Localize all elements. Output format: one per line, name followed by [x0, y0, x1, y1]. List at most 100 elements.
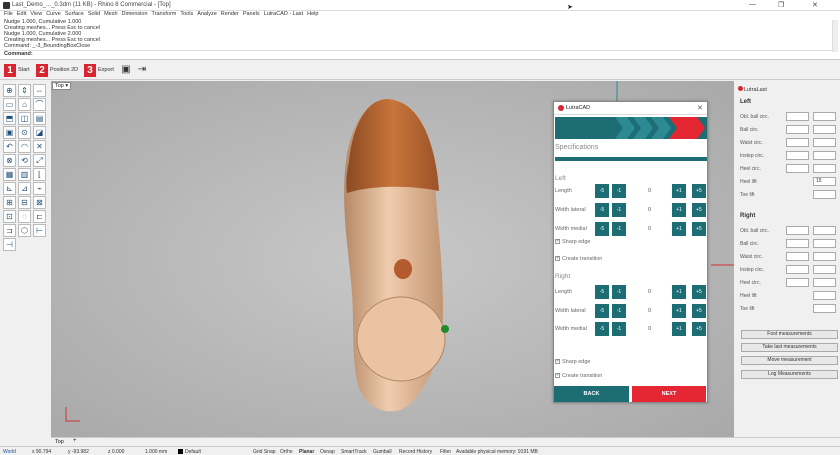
rotate-icon[interactable]: ⟲	[18, 154, 31, 167]
measurement-input-b[interactable]	[813, 226, 836, 235]
toggle-grid-snap[interactable]: Grid Snap	[253, 449, 276, 455]
viewport-label[interactable]: Top ▾	[52, 82, 72, 90]
menu-item-transform[interactable]: Transform	[152, 11, 177, 17]
menu-item-curve[interactable]: Curve	[46, 11, 61, 17]
log-measurements-button[interactable]: Log Measurements	[741, 370, 838, 379]
plus-1-button[interactable]: +1	[672, 322, 686, 336]
add-tab-icon[interactable]: +	[73, 438, 77, 444]
minus-1-button[interactable]: -1	[612, 322, 626, 336]
measurement-input-b[interactable]: 15	[813, 177, 836, 186]
measurement-input-a[interactable]	[786, 125, 809, 134]
cancel-icon[interactable]: ⊗	[3, 154, 16, 167]
minus-5-button[interactable]: -5	[595, 184, 609, 198]
minus-5-button[interactable]: -5	[595, 322, 609, 336]
maximize-button[interactable]: ❐	[778, 1, 784, 9]
measurement-input-b[interactable]	[813, 164, 836, 173]
measurement-input-b[interactable]	[813, 304, 836, 313]
shoe-icon[interactable]: ⌂	[18, 98, 31, 111]
measurement-input-b[interactable]	[813, 190, 836, 199]
current-layer[interactable]: Default	[185, 449, 201, 455]
close-icon[interactable]: ⊠	[33, 196, 46, 209]
measurement-input-a[interactable]	[786, 138, 809, 147]
toggle-smarttrack[interactable]: SmartTrack	[341, 449, 367, 455]
minus-1-button[interactable]: -1	[612, 203, 626, 217]
menu-item-dimension[interactable]: Dimension	[122, 11, 148, 17]
undo-icon[interactable]: ↶	[3, 140, 16, 153]
toggle-planar[interactable]: Planar	[299, 449, 314, 455]
toggle-record-history[interactable]: Record History	[399, 449, 432, 455]
back-button[interactable]: BACK	[554, 386, 629, 402]
save-icon[interactable]: ▣	[120, 63, 132, 76]
mesh-icon[interactable]: ▦	[3, 168, 16, 181]
circle-icon[interactable]: ⊙	[18, 126, 31, 139]
measurement-input-a[interactable]	[786, 252, 809, 261]
menu-item-file[interactable]: File	[4, 11, 13, 17]
menu-item-view[interactable]: View	[30, 11, 42, 17]
measurement-input-b[interactable]	[813, 252, 836, 261]
curve-icon[interactable]: ⌒	[33, 98, 46, 111]
move-measurement-button[interactable]: Move measurement	[741, 356, 838, 365]
gumball-handle[interactable]	[441, 325, 449, 333]
cross-icon[interactable]: ✕	[33, 140, 46, 153]
arc-icon[interactable]: ◠	[18, 140, 31, 153]
plus-5-button[interactable]: +5	[692, 184, 706, 198]
step-start-button[interactable]: 1 Start	[4, 63, 30, 77]
take-last-measurements-button[interactable]: Take last measurements	[741, 343, 838, 352]
left-sharp-edge-checkbox[interactable]: ✓ Sharp edge	[555, 239, 590, 245]
bracket-right-icon[interactable]: ⊐	[3, 224, 16, 237]
menu-item-lutracad-last[interactable]: LutraCAD - Last	[264, 11, 303, 17]
plus-1-button[interactable]: +1	[672, 285, 686, 299]
angle-icon[interactable]: ⌊	[33, 168, 46, 181]
minus-1-button[interactable]: -1	[612, 184, 626, 198]
measurement-input-b[interactable]	[813, 112, 836, 121]
grid-icon[interactable]: ▤	[33, 112, 46, 125]
step-position-2d-button[interactable]: 2 Position 2D	[36, 63, 78, 77]
tee-icon[interactable]: ⊢	[33, 224, 46, 237]
toggle-ortho[interactable]: Ortho	[280, 449, 293, 455]
menu-item-render[interactable]: Render	[221, 11, 239, 17]
measurement-input-b[interactable]	[813, 278, 836, 287]
slope-icon[interactable]: ⊿	[18, 182, 31, 195]
square-icon[interactable]: ⊡	[3, 210, 16, 223]
plus-1-button[interactable]: +1	[672, 304, 686, 318]
measurement-input-b[interactable]	[813, 151, 836, 160]
foot-measurements-button[interactable]: Foot measurements	[741, 330, 838, 339]
image-icon[interactable]: ▣	[3, 126, 16, 139]
measurement-input-a[interactable]	[786, 265, 809, 274]
tee-right-icon[interactable]: ⊣	[3, 238, 16, 251]
toggle-filter[interactable]: Filter	[440, 449, 451, 455]
minimize-button[interactable]: —	[749, 1, 756, 8]
measurement-input-a[interactable]	[786, 151, 809, 160]
command-scrollbar[interactable]	[832, 20, 838, 52]
box-icon[interactable]: ▭	[3, 98, 16, 111]
minus-5-button[interactable]: -5	[595, 304, 609, 318]
measurement-input-b[interactable]	[813, 138, 836, 147]
plus-5-button[interactable]: +5	[692, 222, 706, 236]
measurement-input-a[interactable]	[786, 164, 809, 173]
move-icon[interactable]: ⇕	[18, 84, 31, 97]
measurement-input-b[interactable]	[813, 265, 836, 274]
menu-item-panels[interactable]: Panels	[243, 11, 260, 17]
target-icon[interactable]: ⊕	[3, 84, 16, 97]
plus-1-button[interactable]: +1	[672, 203, 686, 217]
minus-5-button[interactable]: -5	[595, 285, 609, 299]
right-create-transition-checkbox[interactable]: ✓ Create transition	[555, 373, 602, 379]
cube-icon[interactable]: ⬒	[3, 112, 16, 125]
menu-item-mesh[interactable]: Mesh	[104, 11, 117, 17]
plus-5-button[interactable]: +5	[692, 203, 706, 217]
menu-item-edit[interactable]: Edit	[17, 11, 26, 17]
cplane-world[interactable]: World	[3, 449, 16, 455]
add-icon[interactable]: ⊞	[3, 196, 16, 209]
toggle-gumball[interactable]: Gumball	[373, 449, 392, 455]
measurement-input-a[interactable]	[786, 112, 809, 121]
measure-icon[interactable]: ⊾	[3, 182, 16, 195]
minus-1-button[interactable]: -1	[612, 285, 626, 299]
menu-item-help[interactable]: Help	[307, 11, 318, 17]
command-prompt[interactable]: Command:	[4, 50, 836, 57]
scale-icon[interactable]: ⤢	[33, 154, 46, 167]
plus-1-button[interactable]: +1	[672, 184, 686, 198]
left-create-transition-checkbox[interactable]: ✓ Create transition	[555, 256, 602, 262]
plus-5-button[interactable]: +5	[692, 285, 706, 299]
minus-1-button[interactable]: -1	[612, 222, 626, 236]
measurement-input-b[interactable]	[813, 291, 836, 300]
